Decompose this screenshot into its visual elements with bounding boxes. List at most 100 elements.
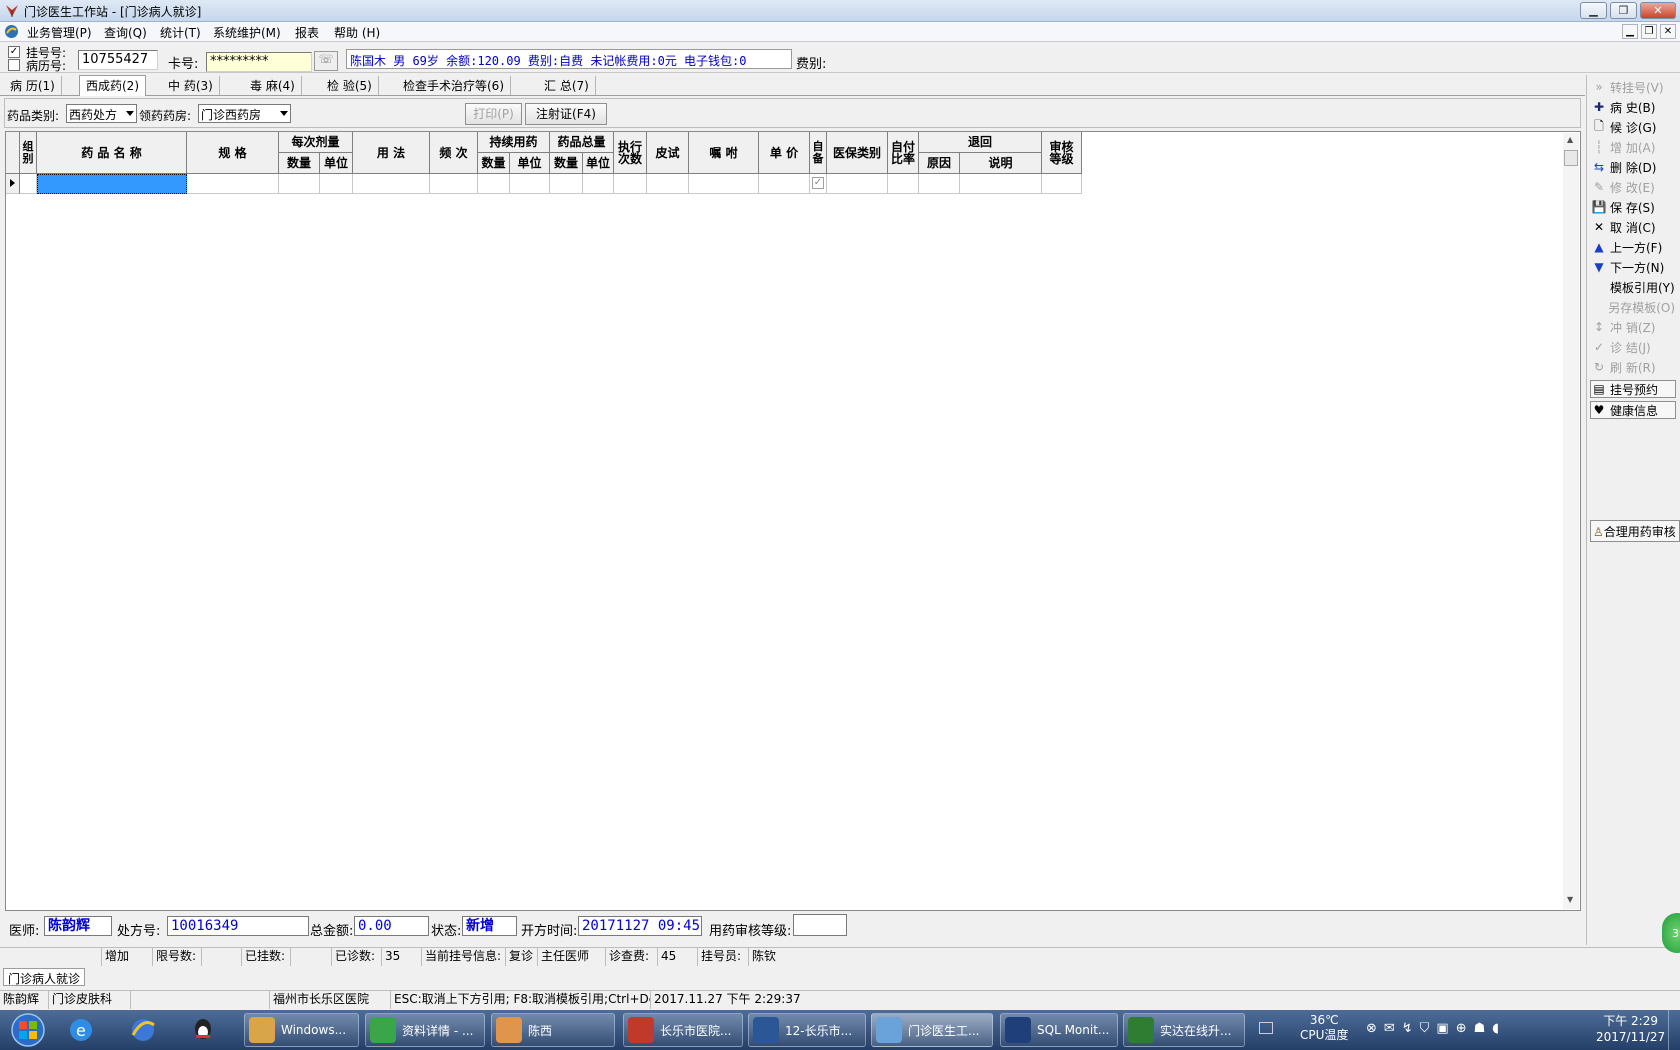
taskbar-task-2[interactable]: 陈西 xyxy=(491,1013,615,1047)
show-desktop-button[interactable] xyxy=(1668,1010,1680,1050)
tab-narcotics[interactable]: 毒 麻(4) xyxy=(244,76,302,95)
cell-cont-qty[interactable] xyxy=(478,174,510,194)
keyboard-icon[interactable] xyxy=(1259,1022,1273,1034)
toolbar-button-16[interactable]: ♥ 健康信息 xyxy=(1590,401,1676,419)
record-no-checkbox[interactable] xyxy=(8,59,20,71)
ie-pinned-icon[interactable]: e xyxy=(66,1015,96,1045)
toolbar-button-5[interactable]: ✎ 修 改(E) xyxy=(1590,178,1676,196)
tab-western-medicine[interactable]: 西成药(2) xyxy=(79,75,146,96)
tab-chinese-medicine[interactable]: 中 药(3) xyxy=(162,76,220,95)
cell-unit-price[interactable] xyxy=(759,174,810,194)
scroll-up-icon[interactable]: ▲ xyxy=(1567,135,1573,144)
taskbar-task-7[interactable]: 实达在线升... xyxy=(1123,1013,1245,1047)
close-button[interactable]: ✕ xyxy=(1640,2,1676,19)
reg-no-checkbox[interactable]: ✓ xyxy=(8,46,20,58)
cell-cont-unit[interactable] xyxy=(510,174,550,194)
status-limit-label: 限号数: xyxy=(153,948,202,966)
drug-type-select[interactable]: 西药处方 xyxy=(66,104,137,123)
audit-level-input[interactable] xyxy=(793,914,847,936)
cancel-icon: ✕ xyxy=(1593,220,1605,234)
tab-medical-record[interactable]: 病 历(1) xyxy=(4,76,62,95)
cell-spec[interactable] xyxy=(187,174,279,194)
chevron-down-icon xyxy=(126,111,134,116)
menu-help[interactable]: 帮助 (H) xyxy=(331,24,383,41)
taskbar-task-5[interactable]: 门诊医生工... xyxy=(871,1013,993,1047)
toolbar-button-13[interactable]: ✓ 诊 结(J) xyxy=(1590,338,1676,356)
system-tray-icons[interactable]: ⊗✉↯⛉▣⊕☗◖ xyxy=(1366,1021,1506,1036)
cell-skin-test[interactable] xyxy=(647,174,689,194)
float-assistant-icon[interactable]: 39 xyxy=(1662,913,1680,953)
pharmacy-select[interactable]: 门诊西药房 xyxy=(198,104,291,123)
audit-person-icon: ♙ xyxy=(1593,525,1604,539)
cell-exec-times[interactable] xyxy=(614,174,647,194)
scroll-down-icon[interactable]: ▼ xyxy=(1567,895,1573,904)
toolbar-button-12[interactable]: ↕ 冲 销(Z) xyxy=(1590,318,1676,336)
menu-business[interactable]: 业务管理(P) xyxy=(24,24,95,41)
toolbar-button-2[interactable]: 🗋 候 诊(G) xyxy=(1590,118,1676,136)
taskbar-task-4[interactable]: 12-长乐市... xyxy=(748,1013,866,1047)
toolbar-button-15[interactable]: ▤ 挂号预约 xyxy=(1590,380,1676,398)
self-provided-checkbox[interactable]: ✓ xyxy=(812,177,824,189)
toolbar-button-14[interactable]: ↻ 刷 新(R) xyxy=(1590,358,1676,376)
qq-pinned-icon[interactable] xyxy=(188,1015,218,1045)
taskbar-task-3[interactable]: 长乐市医院... xyxy=(623,1013,743,1047)
scroll-thumb[interactable] xyxy=(1564,150,1578,166)
grid-vertical-scrollbar[interactable]: ▲ ▼ xyxy=(1563,133,1579,909)
row-indicator[interactable] xyxy=(6,174,20,194)
tab-lab-tests[interactable]: 检 验(5) xyxy=(321,76,379,95)
cell-usage[interactable] xyxy=(353,174,430,194)
toolbar-button-8[interactable]: ▲ 上一方(F) xyxy=(1590,238,1676,256)
mdi-minimize-button[interactable]: ▁ xyxy=(1622,24,1638,39)
cell-dose-unit[interactable] xyxy=(320,174,353,194)
menu-reports[interactable]: 报表 xyxy=(292,24,322,41)
cell-audit-level[interactable] xyxy=(1042,174,1082,194)
menu-query[interactable]: 查询(Q) xyxy=(101,24,150,41)
rational-drug-audit-button[interactable]: ♙合理用药审核 xyxy=(1590,520,1680,542)
cell-drug-name[interactable] xyxy=(37,174,187,194)
status-seen-value: 35 xyxy=(382,948,422,966)
start-button[interactable] xyxy=(4,1012,52,1048)
mdi-close-button[interactable]: ✕ xyxy=(1660,24,1676,39)
mdi-restore-button[interactable]: ❐ xyxy=(1641,24,1657,39)
cell-insurance-type[interactable] xyxy=(827,174,888,194)
app-menu-icon[interactable] xyxy=(4,24,19,39)
cell-return-reason[interactable] xyxy=(919,174,960,194)
cell-return-desc[interactable] xyxy=(960,174,1042,194)
card-input[interactable]: ********* xyxy=(206,52,312,72)
cell-dose-qty[interactable] xyxy=(279,174,320,194)
toolbar-button-6[interactable]: 💾 保 存(S) xyxy=(1590,198,1676,216)
toolbar-button-1[interactable]: ✚ 病 史(B) xyxy=(1590,98,1676,116)
cell-self-pay-ratio[interactable] xyxy=(888,174,919,194)
menu-statistics[interactable]: 统计(T) xyxy=(157,24,204,41)
toolbar-button-0[interactable]: » 转挂号(V) xyxy=(1590,78,1676,96)
cell-advice[interactable] xyxy=(689,174,759,194)
ie-alt-pinned-icon[interactable] xyxy=(128,1015,158,1045)
cell-self-provided[interactable]: ✓ xyxy=(810,174,827,194)
document-tab[interactable]: 门诊病人就诊 xyxy=(3,968,86,986)
injection-cert-button[interactable]: 注射证(F4) xyxy=(525,103,607,125)
taskbar-task-1[interactable]: 资料详情 - ... xyxy=(365,1013,485,1047)
menu-maintenance[interactable]: 系统维护(M) xyxy=(210,24,284,41)
task-app-icon xyxy=(370,1017,396,1043)
toolbar-button-10[interactable]: 模板引用(Y) xyxy=(1590,278,1676,296)
tab-exam-surgery[interactable]: 检查手术治疗等(6) xyxy=(397,76,511,95)
toolbar-button-9[interactable]: ▼ 下一方(N) xyxy=(1590,258,1676,276)
toolbar-button-11[interactable]: 另存模板(O) xyxy=(1590,298,1676,316)
toolbar-button-4[interactable]: ⇆ 删 除(D) xyxy=(1590,158,1676,176)
taskbar-task-0[interactable]: Windows... xyxy=(244,1013,359,1047)
minimize-button[interactable]: ▁ xyxy=(1580,2,1607,19)
cell-total-qty[interactable] xyxy=(550,174,583,194)
toolbar-button-7[interactable]: ✕ 取 消(C) xyxy=(1590,218,1676,236)
reg-no-input[interactable]: 10755427 xyxy=(78,50,158,70)
restore-button[interactable]: ❐ xyxy=(1610,2,1637,19)
cell-group[interactable] xyxy=(20,174,37,194)
card-reader-icon[interactable]: ☏ xyxy=(314,51,338,71)
taskbar-task-6[interactable]: SQL Monit... xyxy=(1000,1013,1118,1047)
tab-summary[interactable]: 汇 总(7) xyxy=(538,76,596,95)
status-department: 门诊皮肤科 xyxy=(49,991,131,1009)
cell-total-unit[interactable] xyxy=(583,174,614,194)
clock[interactable]: 下午 2:29 2017/11/27 xyxy=(1596,1013,1665,1045)
cell-frequency[interactable] xyxy=(430,174,478,194)
toolbar-button-3[interactable]: ┆ 增 加(A) xyxy=(1590,138,1676,156)
print-button[interactable]: 打印(P) xyxy=(465,103,522,125)
